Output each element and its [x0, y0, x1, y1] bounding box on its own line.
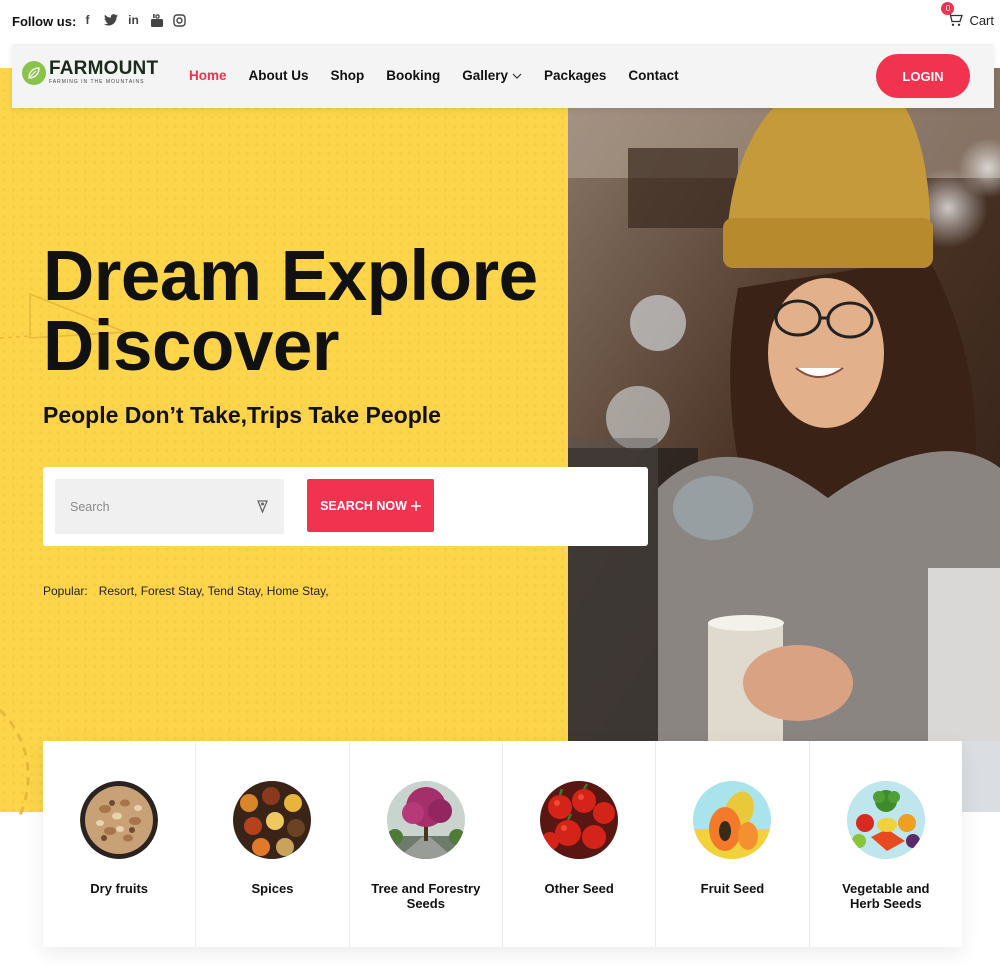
nav-item-packages[interactable]: Packages — [544, 68, 606, 83]
youtube-icon[interactable] — [149, 12, 164, 28]
hero-headline-line-1: Dream Explore — [43, 237, 538, 316]
category-name: Fruit Seed — [700, 881, 765, 896]
hero-photo-woman-with-coffee — [568, 68, 1000, 741]
brand-name: FARMOUNT — [49, 58, 159, 79]
facebook-icon[interactable]: f — [80, 12, 95, 28]
plus-icon — [410, 500, 421, 511]
hero-headline: Dream Explore Discover — [43, 237, 538, 386]
popular-searches: Popular: Resort, Forest Stay, Tend Stay,… — [43, 584, 329, 598]
popular-label: Popular: — [43, 584, 88, 598]
popular-links[interactable]: Resort, Forest Stay, Tend Stay, Home Sta… — [99, 584, 329, 598]
nav-item-about-us[interactable]: About Us — [249, 68, 309, 83]
hero-headline-line-2: Discover — [43, 307, 339, 386]
login-button[interactable]: LOGIN — [876, 54, 970, 98]
page: Follow us: f in 0 Cart FARMOUNT FARMING … — [0, 0, 1000, 967]
category-card-dry-fruits[interactable]: Dry fruits — [43, 741, 197, 947]
nav-item-booking[interactable]: Booking — [386, 68, 440, 83]
social-links: f in — [80, 12, 187, 28]
primary-menu: Home About Us Shop Booking Gallery Packa… — [189, 68, 701, 83]
nav-item-gallery-label: Gallery — [462, 68, 509, 83]
category-name: Spices — [251, 881, 294, 896]
search-input[interactable] — [55, 479, 284, 534]
tree-image — [386, 781, 465, 859]
category-card-spices[interactable]: Spices — [196, 741, 350, 947]
cart-icon: 0 — [941, 2, 964, 28]
follow-us-label: Follow us: — [12, 14, 77, 29]
spices-image — [233, 781, 312, 859]
category-card-other-seed[interactable]: Other Seed — [503, 741, 657, 947]
leaf-icon — [22, 60, 46, 85]
location-pin-icon — [257, 500, 268, 513]
category-card-tree-and-forestry-seeds[interactable]: Tree and Forestry Seeds — [350, 741, 503, 947]
top-bar: Follow us: f in 0 Cart — [0, 0, 1000, 44]
nav-item-gallery[interactable]: Gallery — [462, 68, 522, 83]
vegetables-image — [846, 781, 925, 859]
main-navbar: FARMOUNT FARMING IN THE MOUNTAINS Home A… — [12, 44, 994, 108]
brand-tagline: FARMING IN THE MOUNTAINS — [49, 79, 145, 85]
search-field — [55, 479, 284, 534]
category-card-vegetable-and-herb-seeds[interactable]: Vegetable and Herb Seeds — [810, 741, 962, 947]
nav-item-shop[interactable]: Shop — [331, 68, 365, 83]
cart-link[interactable]: 0 Cart — [941, 2, 994, 28]
nav-item-home[interactable]: Home — [189, 68, 227, 83]
instagram-icon[interactable] — [172, 12, 187, 28]
nav-item-contact[interactable]: Contact — [628, 68, 678, 83]
brand-logo[interactable]: FARMOUNT FARMING IN THE MOUNTAINS — [22, 58, 159, 85]
tomatoes-image — [540, 781, 619, 859]
dry-fruits-image — [80, 781, 159, 859]
category-card-fruit-seed[interactable]: Fruit Seed — [656, 741, 810, 947]
papaya-image — [693, 781, 772, 859]
search-panel: SEARCH NOW — [43, 467, 648, 546]
category-name: Dry fruits — [90, 881, 149, 896]
chevron-down-icon — [512, 73, 522, 79]
hero-tagline: People Don’t Take,Trips Take People — [43, 402, 441, 428]
category-name: Vegetable and Herb Seeds — [842, 881, 930, 911]
search-now-label: SEARCH NOW — [320, 498, 407, 513]
category-name: Tree and Forestry Seeds — [371, 881, 481, 911]
search-now-button[interactable]: SEARCH NOW — [307, 479, 434, 532]
cart-label: Cart — [969, 12, 994, 28]
twitter-icon[interactable] — [103, 12, 118, 28]
category-name: Other Seed — [544, 881, 614, 896]
linkedin-icon[interactable]: in — [126, 12, 141, 28]
category-strip: Dry fruits Spices Tree and Forestry Seed… — [43, 741, 962, 947]
